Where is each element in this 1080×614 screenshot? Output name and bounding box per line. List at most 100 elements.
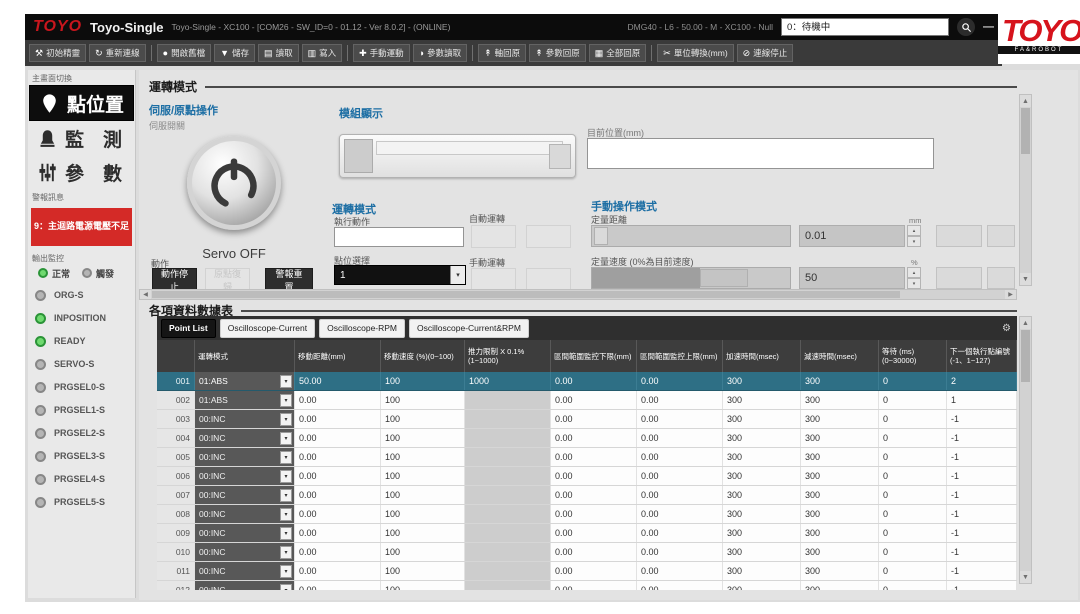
cell[interactable]: 300 [801, 429, 879, 447]
auto-run-button-1[interactable] [471, 225, 516, 248]
cell[interactable]: 0 [879, 543, 947, 561]
cell[interactable]: 300 [801, 581, 879, 590]
cell[interactable]: 1 [947, 391, 1017, 409]
cell[interactable]: 0.00 [551, 467, 637, 485]
cell[interactable] [465, 391, 551, 409]
search-icon[interactable] [957, 18, 975, 36]
cell[interactable]: 0.00 [295, 524, 381, 542]
mode-dropdown[interactable]: 00:INC▾ [195, 543, 295, 561]
cell[interactable]: 0.00 [551, 543, 637, 561]
toolbar-button-13[interactable]: ⊘連線停止 [737, 44, 794, 62]
cell[interactable]: 300 [723, 486, 801, 504]
jog-speed-value[interactable]: 50 [799, 267, 905, 289]
cell[interactable]: 100 [381, 486, 465, 504]
cell[interactable]: 0.00 [295, 448, 381, 466]
tab-oscilloscope-rpm[interactable]: Oscilloscope-RPM [319, 319, 405, 338]
table-row-008[interactable]: 00800:INC▾0.001000.000.003003000-1 [157, 505, 1017, 524]
cell[interactable]: 0.00 [637, 505, 723, 523]
cell[interactable]: 100 [381, 448, 465, 466]
mode-dropdown[interactable]: 00:INC▾ [195, 467, 295, 485]
toolbar-button-5[interactable]: ▤讀取 [258, 44, 299, 62]
chevron-down-icon[interactable]: ▾ [280, 451, 292, 464]
cell[interactable]: 0.00 [551, 372, 637, 390]
cell[interactable]: 100 [381, 524, 465, 542]
origin-return-button[interactable]: 原點復歸 [205, 268, 250, 291]
cell[interactable]: 0 [879, 429, 947, 447]
cell[interactable]: -1 [947, 467, 1017, 485]
jog-distance-slider[interactable] [591, 225, 791, 247]
table-vertical-scrollbar[interactable]: ▲ ▼ [1019, 316, 1032, 584]
cell[interactable]: 0.00 [637, 543, 723, 561]
cell[interactable]: 100 [381, 543, 465, 561]
cell[interactable]: 0.00 [637, 410, 723, 428]
jog-minus-button[interactable] [936, 225, 982, 247]
cell[interactable]: -1 [947, 505, 1017, 523]
mode-dropdown[interactable]: 00:INC▾ [195, 448, 295, 466]
gear-icon[interactable]: ⚙ [1002, 323, 1011, 334]
table-row-003[interactable]: 00300:INC▾0.001000.000.003003000-1 [157, 410, 1017, 429]
mode-dropdown[interactable]: 00:INC▾ [195, 410, 295, 428]
cell[interactable]: 0.00 [551, 524, 637, 542]
cell[interactable]: 0.00 [295, 562, 381, 580]
cell[interactable]: 0.00 [637, 448, 723, 466]
cell[interactable]: 300 [723, 429, 801, 447]
cell[interactable]: 300 [723, 467, 801, 485]
cell[interactable]: 300 [801, 410, 879, 428]
cell[interactable]: -1 [947, 486, 1017, 504]
jog-speed-stepper[interactable]: ▴ ▾ [907, 267, 921, 289]
cell[interactable]: 0 [879, 562, 947, 580]
chevron-down-icon[interactable]: ▾ [280, 432, 292, 445]
auto-run-button-2[interactable] [526, 225, 571, 248]
cell[interactable]: 300 [723, 543, 801, 561]
cell[interactable]: 0.00 [295, 467, 381, 485]
table-row-006[interactable]: 00600:INC▾0.001000.000.003003000-1 [157, 467, 1017, 486]
table-row-004[interactable]: 00400:INC▾0.001000.000.003003000-1 [157, 429, 1017, 448]
jog-plus-button[interactable] [987, 225, 1015, 247]
cell[interactable]: 100 [381, 467, 465, 485]
cell[interactable] [465, 543, 551, 561]
cell[interactable]: 100 [381, 505, 465, 523]
cell[interactable]: 300 [723, 562, 801, 580]
cell[interactable]: -1 [947, 429, 1017, 447]
toolbar-button-12[interactable]: ✂單位轉換(mm) [657, 44, 733, 62]
table-row-005[interactable]: 00500:INC▾0.001000.000.003003000-1 [157, 448, 1017, 467]
machine-status-box[interactable]: 0：待機中 [781, 18, 949, 36]
cell[interactable]: 300 [801, 505, 879, 523]
alarm-reset-button[interactable]: 警報重置 [265, 268, 313, 291]
cell[interactable] [465, 505, 551, 523]
toolbar-button-4[interactable]: ▼儲存 [214, 44, 255, 62]
chevron-down-icon[interactable]: ▾ [280, 489, 292, 502]
jog-distance-value[interactable]: 0.01 [799, 225, 905, 247]
cell[interactable]: 0.00 [551, 562, 637, 580]
cell[interactable]: 0.00 [551, 429, 637, 447]
chevron-down-icon[interactable]: ▾ [280, 584, 292, 591]
cell[interactable]: 0.00 [551, 391, 637, 409]
cell[interactable]: 50.00 [295, 372, 381, 390]
chevron-down-icon[interactable]: ▾ [450, 266, 465, 284]
table-row-001[interactable]: 00101:ABS▾50.0010010000.000.0030030002 [157, 372, 1017, 391]
cell[interactable]: 0 [879, 486, 947, 504]
cell[interactable]: 300 [801, 372, 879, 390]
mode-dropdown[interactable]: 00:INC▾ [195, 505, 295, 523]
point-select-dropdown[interactable]: 1 ▾ [334, 265, 466, 285]
cell[interactable]: 0.00 [295, 543, 381, 561]
cell[interactable]: -1 [947, 543, 1017, 561]
cell[interactable]: 300 [723, 505, 801, 523]
current-position-field[interactable] [587, 138, 934, 169]
cell[interactable] [465, 524, 551, 542]
mode-dropdown[interactable]: 00:INC▾ [195, 486, 295, 504]
sidebar-item-監測[interactable]: 監測 [28, 121, 135, 155]
chevron-down-icon[interactable]: ▾ [280, 375, 292, 388]
cell[interactable]: 0.00 [295, 505, 381, 523]
cell[interactable] [465, 429, 551, 447]
cell[interactable]: 300 [801, 391, 879, 409]
speed-minus-button[interactable] [936, 267, 982, 289]
cell[interactable]: 0 [879, 448, 947, 466]
mode-dropdown[interactable]: 00:INC▾ [195, 562, 295, 580]
cell[interactable]: 0.00 [295, 410, 381, 428]
chevron-down-icon[interactable]: ▾ [280, 565, 292, 578]
cell[interactable]: 0.00 [637, 429, 723, 447]
toolbar-button-1[interactable]: ⚒初始精靈 [29, 44, 86, 62]
toolbar-button-7[interactable]: ✚手動運動 [353, 44, 410, 62]
cell[interactable]: 0 [879, 505, 947, 523]
